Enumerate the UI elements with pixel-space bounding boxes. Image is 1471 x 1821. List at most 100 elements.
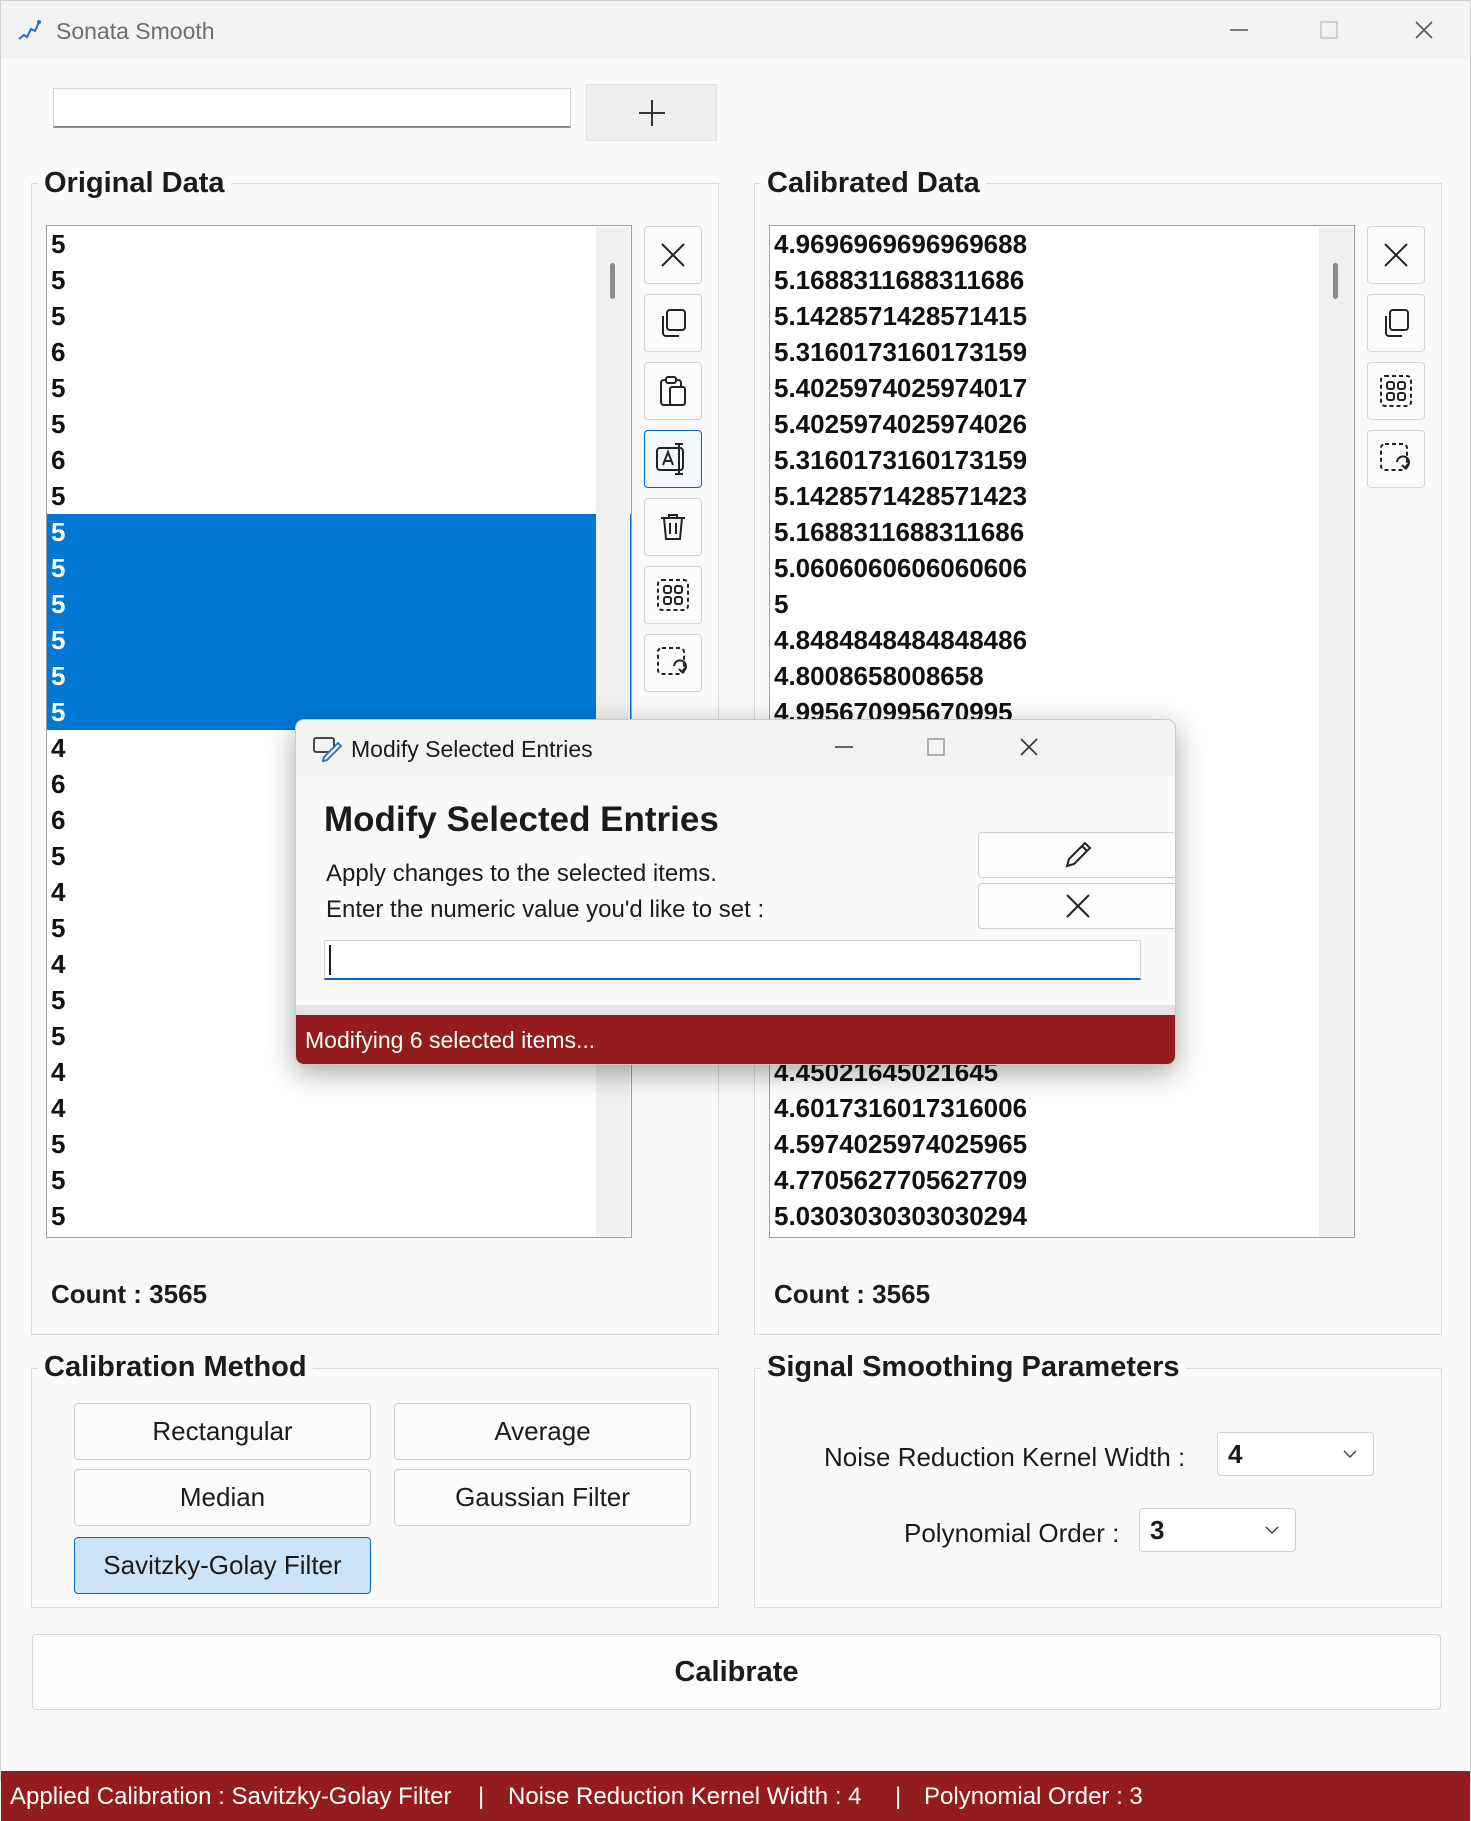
list-item[interactable]: 5.1428571428571415 (770, 298, 1354, 334)
close-window-button[interactable] (1396, 9, 1452, 51)
list-item[interactable]: 4.6017316017316006 (770, 1090, 1354, 1126)
list-item[interactable]: 5 (47, 262, 631, 298)
list-item[interactable]: 5 (47, 658, 631, 694)
kernel-width-label: Noise Reduction Kernel Width : (824, 1442, 1186, 1472)
list-item[interactable]: 6 (47, 442, 631, 478)
select-all-original-button[interactable] (644, 566, 702, 624)
minimize-button[interactable] (1211, 9, 1267, 51)
list-item[interactable]: 4.5974025974025965 (770, 1126, 1354, 1162)
list-item[interactable]: 5.3160173160173159 (770, 442, 1354, 478)
copy-calibrated-button[interactable] (1367, 294, 1425, 352)
clear-calibrated-button[interactable] (1367, 226, 1425, 284)
dialog-maximize-button[interactable] (908, 726, 964, 768)
list-item[interactable]: 5 (47, 1126, 631, 1162)
select-all-calibrated-button[interactable] (1367, 362, 1425, 420)
scroll-thumb[interactable] (1333, 263, 1338, 299)
list-item[interactable]: 5.1428571428571423 (770, 478, 1354, 514)
close-icon (1065, 894, 1090, 918)
list-item[interactable]: 5 (47, 226, 631, 262)
list-item[interactable]: 5 (47, 298, 631, 334)
dialog-heading: Modify Selected Entries (324, 800, 719, 839)
list-item[interactable]: 5.1688311688311686 (770, 262, 1354, 298)
polynomial-order-combo[interactable]: 3 (1139, 1508, 1296, 1552)
calibrate-button[interactable]: Calibrate (32, 1634, 1441, 1710)
delete-original-button[interactable] (644, 498, 702, 556)
cancel-edit-button[interactable] (978, 883, 1175, 929)
invert-selection-calibrated-button[interactable] (1367, 430, 1425, 488)
kernel-width-value: 4 (1228, 1439, 1243, 1469)
app-icon (18, 20, 41, 40)
add-file-button[interactable] (586, 84, 717, 141)
average-button[interactable]: Average (394, 1403, 691, 1460)
maximize-icon (1320, 21, 1338, 39)
invert-selection-icon (657, 647, 687, 675)
status-separator: | (895, 1783, 902, 1810)
list-item[interactable]: 4.8484848484848486 (770, 622, 1354, 658)
status-order: Polynomial Order : 3 (924, 1783, 1143, 1810)
list-item[interactable]: 5 (47, 1162, 631, 1198)
dialog-close-button[interactable] (1001, 726, 1057, 768)
list-item[interactable]: 6 (47, 334, 631, 370)
minimize-icon (835, 746, 853, 748)
list-item[interactable]: 5.0606060606060606 (770, 550, 1354, 586)
copy-icon (1385, 309, 1409, 337)
status-applied: Applied Calibration : Savitzky-Golay Fil… (10, 1783, 452, 1810)
kernel-width-combo[interactable]: 4 (1217, 1432, 1374, 1476)
list-item[interactable]: 5 (47, 622, 631, 658)
file-path-input[interactable] (53, 88, 571, 128)
dialog-separator (296, 1005, 1175, 1015)
calibrated-count: Count : 3565 (774, 1279, 931, 1309)
savitzky-golay-button[interactable]: Savitzky-Golay Filter (74, 1537, 371, 1594)
invert-selection-original-button[interactable] (644, 634, 702, 692)
dialog-status-text: Modifying 6 selected items... (305, 1027, 596, 1053)
list-item[interactable]: 4.9696969696969688 (770, 226, 1354, 262)
list-item[interactable]: 5 (47, 550, 631, 586)
copy-original-button[interactable] (644, 294, 702, 352)
list-item[interactable]: 5.3160173160173159 (770, 334, 1354, 370)
dialog-minimize-button[interactable] (816, 726, 872, 768)
list-item[interactable]: 4.8008658008658 (770, 658, 1354, 694)
polynomial-order-value: 3 (1150, 1515, 1165, 1545)
select-all-icon (657, 579, 689, 611)
chevron-down-icon (1343, 1450, 1357, 1459)
dialog-instruction-1: Apply changes to the selected items. (326, 860, 717, 887)
list-item[interactable]: 5.4025974025974026 (770, 406, 1354, 442)
median-button[interactable]: Median (74, 1469, 371, 1526)
dialog-instruction-2: Enter the numeric value you'd like to se… (326, 896, 765, 923)
list-item[interactable]: 4 (47, 1090, 631, 1126)
modify-selected-button[interactable] (644, 430, 702, 488)
gaussian-filter-button[interactable]: Gaussian Filter (394, 1469, 691, 1526)
new-value-input[interactable] (324, 940, 1141, 980)
rename-icon (656, 443, 684, 475)
list-item[interactable]: 5 (47, 514, 631, 550)
list-item[interactable]: 5.1688311688311686 (770, 514, 1354, 550)
list-item[interactable]: 5 (47, 1198, 631, 1234)
list-item[interactable]: 5 (47, 370, 631, 406)
modify-selected-dialog: Modify Selected Entries Modify Selected … (295, 719, 1176, 1065)
list-item[interactable]: 5 (47, 478, 631, 514)
invert-selection-icon (1380, 443, 1410, 471)
list-item[interactable]: 4.7705627705627709 (770, 1162, 1354, 1198)
pencil-icon (1065, 841, 1091, 868)
list-item[interactable]: 5 (47, 406, 631, 442)
dialog-status-bar: Modifying 6 selected items... (296, 1015, 1175, 1064)
minimize-icon (1230, 29, 1248, 31)
list-item[interactable]: 5 (47, 586, 631, 622)
smoothing-params-title: Signal Smoothing Parameters (761, 1351, 1186, 1384)
list-item[interactable]: 5.0303030303030294 (770, 1198, 1354, 1234)
title-bar: Sonata Smooth (1, 1, 1470, 59)
copy-icon (662, 309, 686, 337)
text-caret (329, 945, 331, 975)
clear-original-button[interactable] (644, 226, 702, 284)
paste-original-button[interactable] (644, 362, 702, 420)
rectangular-button[interactable]: Rectangular (74, 1403, 371, 1460)
calibrated-scrollbar[interactable] (1319, 227, 1353, 1236)
scroll-thumb[interactable] (610, 263, 615, 299)
close-icon (661, 243, 685, 267)
apply-edit-button[interactable] (978, 832, 1175, 878)
list-item[interactable]: 5.4025974025974017 (770, 370, 1354, 406)
window-title: Sonata Smooth (56, 18, 215, 44)
list-item[interactable]: 5 (770, 586, 1354, 622)
maximize-button[interactable] (1301, 9, 1357, 51)
select-all-icon (1380, 375, 1412, 407)
